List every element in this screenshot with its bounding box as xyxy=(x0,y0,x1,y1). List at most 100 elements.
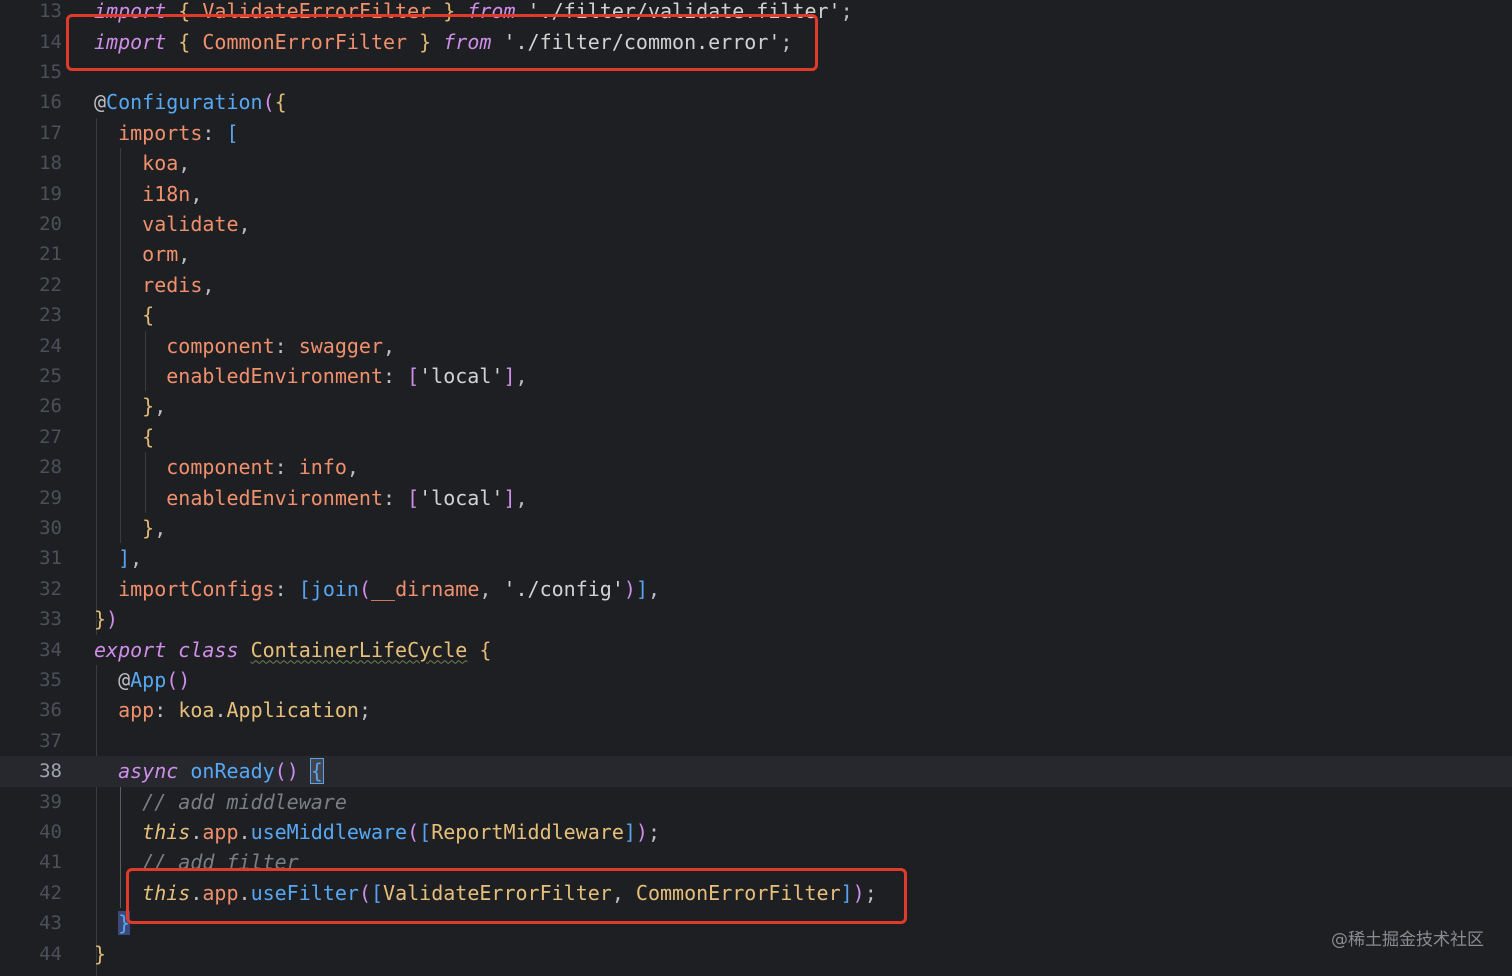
line-number[interactable]: 36 xyxy=(0,695,62,725)
code-line[interactable]: 37 xyxy=(0,726,1512,756)
line-number[interactable]: 14 xyxy=(0,27,62,57)
code-line[interactable]: 26 }, xyxy=(0,391,1512,421)
code-line[interactable]: 44} xyxy=(0,939,1512,969)
code-line[interactable]: 34 export class ContainerLifeCycle { xyxy=(0,635,1512,665)
code-line[interactable]: 19 i18n, xyxy=(0,179,1512,209)
code-line[interactable]: 25 enabledEnvironment: ['local'], xyxy=(0,361,1512,391)
line-number[interactable]: 26 xyxy=(0,391,62,421)
code-token: ) xyxy=(106,607,119,632)
line-number[interactable]: 32 xyxy=(0,574,62,604)
code-text: imports: [ xyxy=(94,118,238,148)
code-text: importConfigs: [join(__dirname, './confi… xyxy=(94,574,660,604)
code-token: { xyxy=(142,303,155,328)
code-token: , xyxy=(202,272,215,297)
line-number[interactable]: 13 xyxy=(0,0,62,27)
code-token: . xyxy=(190,880,203,905)
code-line[interactable]: 23 { xyxy=(0,300,1512,330)
code-line[interactable]: 27 { xyxy=(0,422,1512,452)
code-token: ) xyxy=(635,820,648,844)
code-line[interactable]: 28 component: info, xyxy=(0,452,1512,482)
code-line[interactable]: 33}) xyxy=(0,604,1512,634)
code-token: this xyxy=(142,880,191,905)
code-line[interactable]: 30 }, xyxy=(0,513,1512,543)
line-number[interactable]: 20 xyxy=(0,209,62,239)
line-number[interactable]: 21 xyxy=(0,239,62,269)
code-token: ] xyxy=(118,546,131,571)
line-number[interactable]: 35 xyxy=(0,665,62,695)
line-number[interactable]: 42 xyxy=(0,878,62,908)
code-line[interactable]: 13 import { ValidateErrorFilter } from '.… xyxy=(0,0,1512,27)
code-line[interactable]: 36 app: koa.Application; xyxy=(0,695,1512,725)
line-number[interactable]: 15 xyxy=(0,57,62,87)
code-line[interactable]: 40 this.app.useMiddleware([ReportMiddlew… xyxy=(0,817,1512,847)
code-token: swagger xyxy=(298,333,384,358)
code-token: [ xyxy=(298,576,311,601)
code-line[interactable]: 18 koa, xyxy=(0,148,1512,178)
code-token: , xyxy=(346,455,359,480)
code-line[interactable]: 20 validate, xyxy=(0,209,1512,239)
code-token: 'local' xyxy=(419,364,504,388)
code-text: } xyxy=(94,908,131,938)
code-line[interactable]: 17 imports: [ xyxy=(0,118,1512,148)
line-number[interactable]: 24 xyxy=(0,331,62,361)
code-line[interactable]: 42 this.app.useFilter([ValidateErrorFilt… xyxy=(0,878,1512,908)
line-number[interactable]: 34 xyxy=(0,635,62,665)
code-line[interactable]: 16 @Configuration({ xyxy=(0,87,1512,117)
code-line[interactable]: 43 } xyxy=(0,908,1512,938)
line-number[interactable]: 23 xyxy=(0,300,62,330)
code-line[interactable]: 41 // add filter xyxy=(0,847,1512,877)
code-line[interactable]: 21 orm, xyxy=(0,239,1512,269)
code-line[interactable]: 22 redis, xyxy=(0,270,1512,300)
line-number[interactable]: 29 xyxy=(0,483,62,513)
code-token: ) xyxy=(852,880,865,905)
code-editor[interactable]: 13 import { ValidateErrorFilter } from '.… xyxy=(0,0,1512,976)
line-number[interactable]: 41 xyxy=(0,847,62,877)
code-token: , xyxy=(154,516,167,540)
code-token: ) xyxy=(623,576,636,601)
code-token: ReportMiddleware xyxy=(431,820,624,844)
code-line[interactable]: 24 component: swagger, xyxy=(0,331,1512,361)
line-number[interactable]: 16 xyxy=(0,87,62,117)
line-number[interactable]: 44 xyxy=(0,939,62,969)
line-number[interactable]: 30 xyxy=(0,513,62,543)
line-number[interactable]: 37 xyxy=(0,726,62,756)
line-number[interactable]: 25 xyxy=(0,361,62,391)
line-number[interactable]: 43 xyxy=(0,908,62,938)
line-number[interactable]: 22 xyxy=(0,270,62,300)
line-number[interactable]: 27 xyxy=(0,422,62,452)
code-line[interactable]: 29 enabledEnvironment: ['local'], xyxy=(0,483,1512,513)
line-number[interactable]: 18 xyxy=(0,148,62,178)
code-text: enabledEnvironment: ['local'], xyxy=(94,361,527,391)
code-token: { xyxy=(479,637,492,662)
line-number[interactable]: 33 xyxy=(0,604,62,634)
code-token: import xyxy=(94,0,167,24)
code-line[interactable]: 31 ], xyxy=(0,543,1512,573)
code-token: { xyxy=(142,424,155,449)
code-line[interactable]: 32 importConfigs: [join(__dirname, './co… xyxy=(0,574,1512,604)
code-line[interactable]: 15 xyxy=(0,57,1512,87)
code-text: } xyxy=(94,939,106,969)
code-token: import xyxy=(94,29,167,54)
code-line[interactable]: 35 @App() xyxy=(0,665,1512,695)
line-number[interactable]: 28 xyxy=(0,452,62,482)
line-number[interactable]: 19 xyxy=(0,179,62,209)
line-number[interactable]: 17 xyxy=(0,118,62,148)
code-token: './config' xyxy=(503,576,624,601)
code-line[interactable]: 14 import { CommonErrorFilter } from './f… xyxy=(0,27,1512,57)
line-number[interactable]: 31 xyxy=(0,543,62,573)
line-number[interactable]: 38 xyxy=(0,756,62,786)
code-line[interactable]: 39 // add middleware xyxy=(0,787,1512,817)
code-line[interactable]: 38 async onReady() { xyxy=(0,756,1512,787)
line-number[interactable]: 39 xyxy=(0,787,62,817)
line-number[interactable]: 40 xyxy=(0,817,62,847)
